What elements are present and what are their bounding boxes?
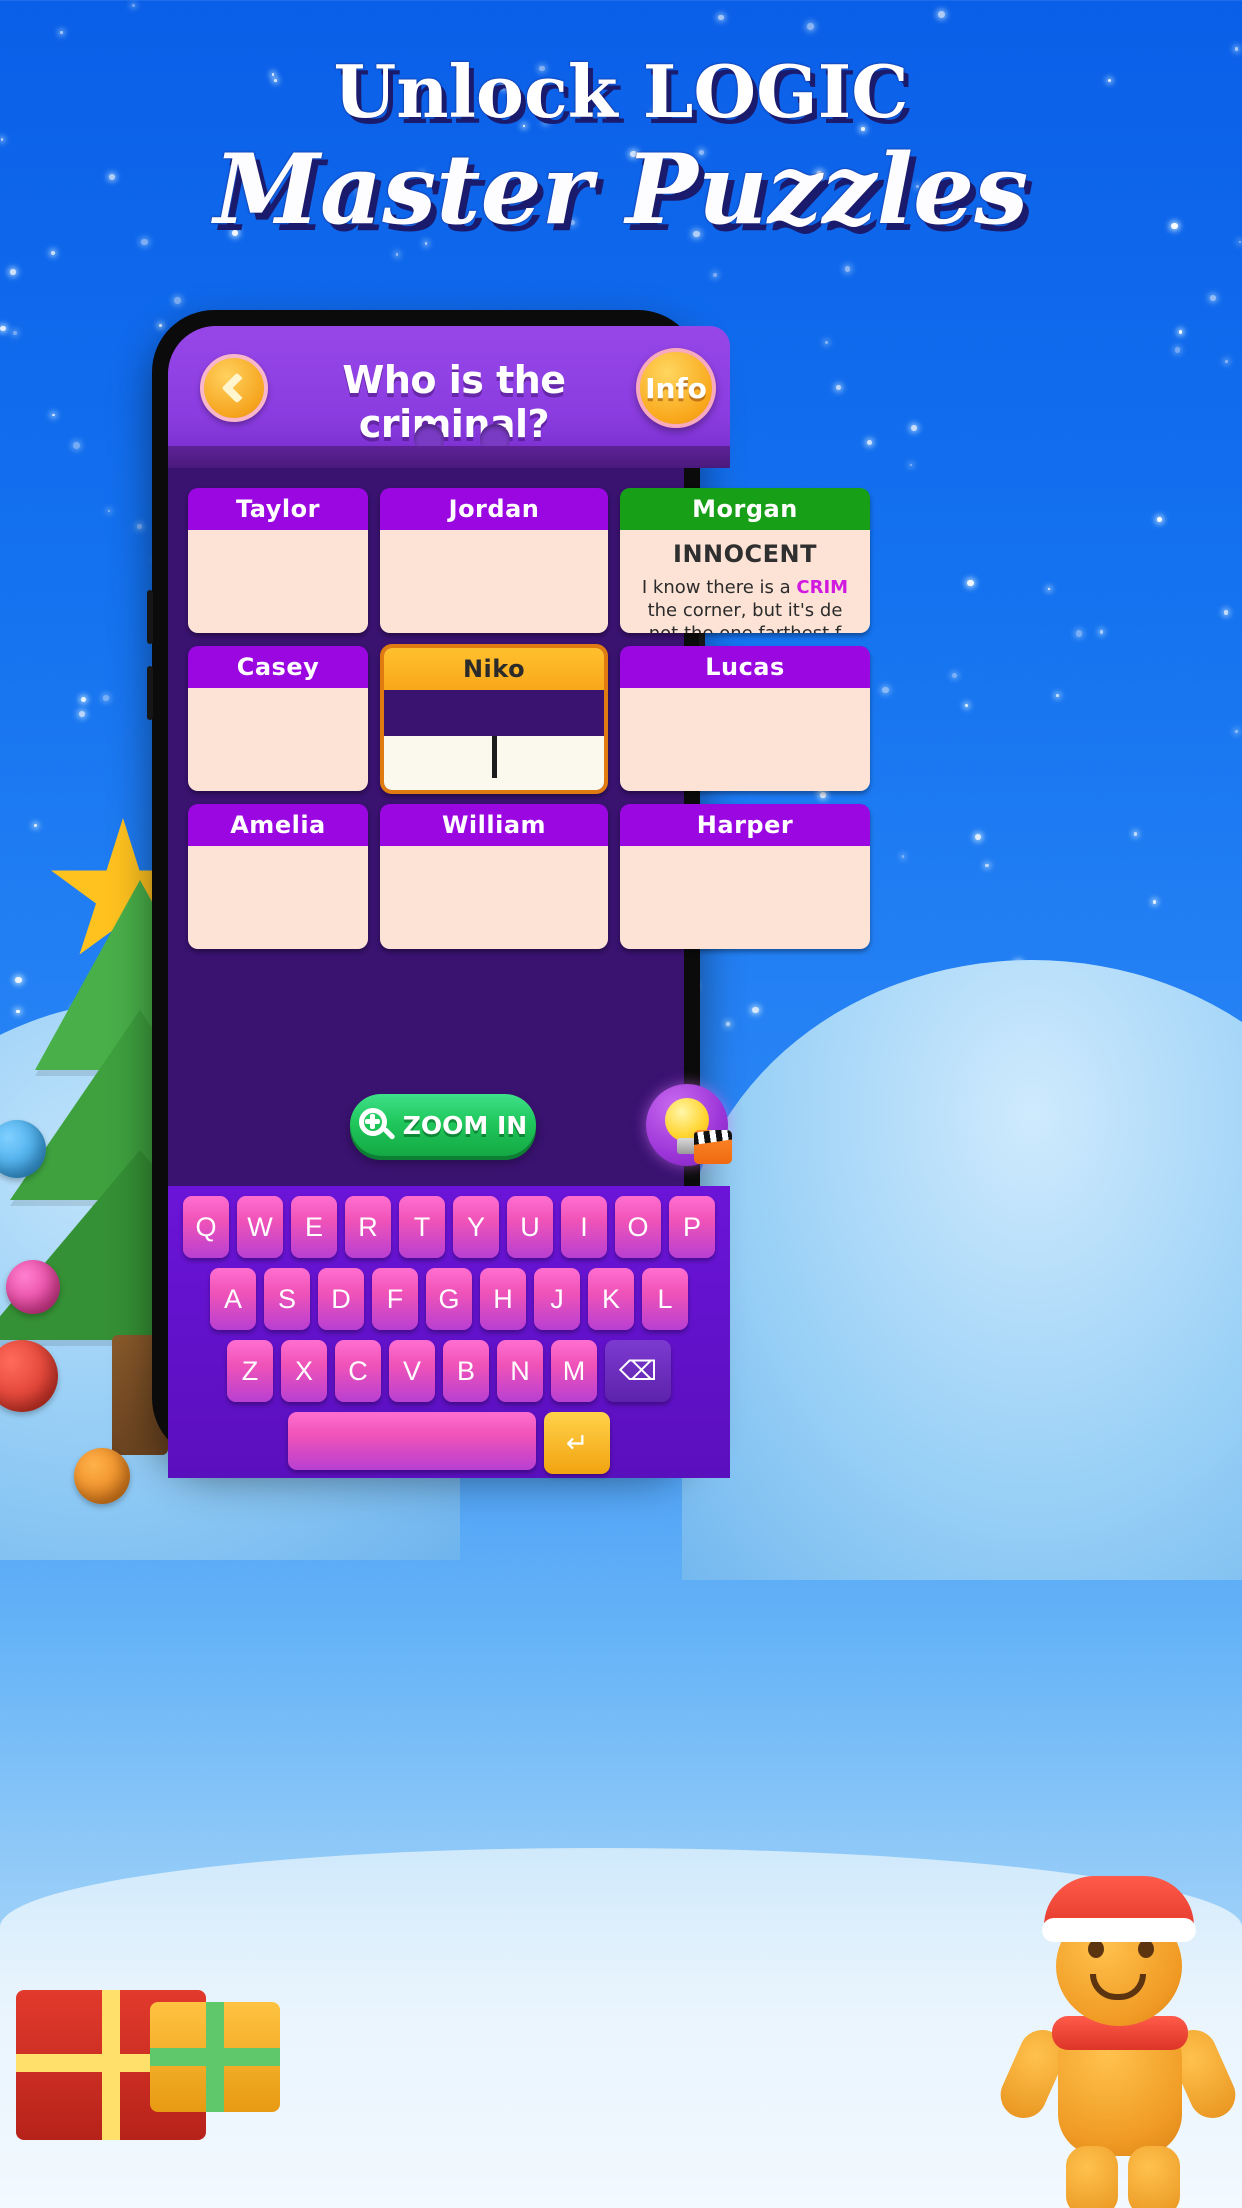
star xyxy=(825,341,828,344)
star xyxy=(107,509,111,513)
phone-power-button[interactable] xyxy=(699,610,705,696)
ornament xyxy=(0,1340,58,1412)
star xyxy=(715,681,719,686)
star xyxy=(736,743,743,751)
star xyxy=(50,250,55,255)
phone-volume-button[interactable] xyxy=(147,666,153,720)
star xyxy=(816,784,824,792)
star xyxy=(866,440,872,446)
star xyxy=(73,441,81,449)
snow-hill-right xyxy=(682,960,1242,1580)
star xyxy=(12,331,17,336)
star xyxy=(1175,347,1181,353)
star xyxy=(136,524,142,530)
star xyxy=(10,269,16,275)
phone-volume-button[interactable] xyxy=(147,590,153,644)
phone-mockup xyxy=(147,310,705,1460)
star xyxy=(844,266,850,272)
star xyxy=(1238,241,1242,244)
star xyxy=(1152,900,1157,904)
star xyxy=(1133,832,1138,836)
star xyxy=(132,4,135,7)
star xyxy=(910,464,913,467)
star xyxy=(1234,729,1239,734)
star xyxy=(851,669,857,675)
star xyxy=(1157,516,1163,522)
star xyxy=(820,792,826,798)
star xyxy=(79,710,85,717)
star xyxy=(173,297,181,305)
star xyxy=(1223,610,1229,615)
star xyxy=(1055,694,1059,698)
star xyxy=(821,937,825,941)
star xyxy=(1047,587,1051,591)
promo-line-2: Master Puzzles xyxy=(213,132,1029,246)
star xyxy=(974,834,981,840)
star xyxy=(743,668,747,672)
star xyxy=(1234,47,1239,52)
star xyxy=(1075,630,1083,637)
star xyxy=(726,747,729,751)
gingerbread-man xyxy=(993,1870,1242,2208)
star xyxy=(712,272,717,277)
star xyxy=(80,697,87,703)
star xyxy=(901,855,904,858)
promo-line-1: Unlock LOGIC xyxy=(333,49,909,134)
star xyxy=(1225,360,1228,363)
star xyxy=(1178,330,1182,334)
star xyxy=(718,14,724,21)
star xyxy=(0,325,6,331)
star xyxy=(985,863,989,867)
star xyxy=(807,23,815,30)
gift-box-gold xyxy=(150,2002,280,2112)
star xyxy=(752,1006,759,1013)
star xyxy=(725,1021,730,1026)
ornament xyxy=(6,1260,60,1314)
star xyxy=(952,673,958,679)
star xyxy=(881,686,889,694)
promo-headline: Unlock LOGIC Master Puzzles xyxy=(0,54,1242,240)
star xyxy=(829,773,836,780)
clue-keyword: CRIM xyxy=(796,577,849,598)
star xyxy=(395,253,399,257)
ornament xyxy=(74,1448,130,1504)
star xyxy=(910,424,918,432)
star xyxy=(103,695,109,701)
star xyxy=(937,11,945,19)
star xyxy=(967,579,974,587)
star xyxy=(836,385,842,390)
star xyxy=(60,31,63,34)
phone-screen xyxy=(168,326,684,1444)
star xyxy=(52,413,55,416)
star xyxy=(1099,630,1104,634)
star xyxy=(964,703,969,708)
star xyxy=(1210,295,1216,301)
